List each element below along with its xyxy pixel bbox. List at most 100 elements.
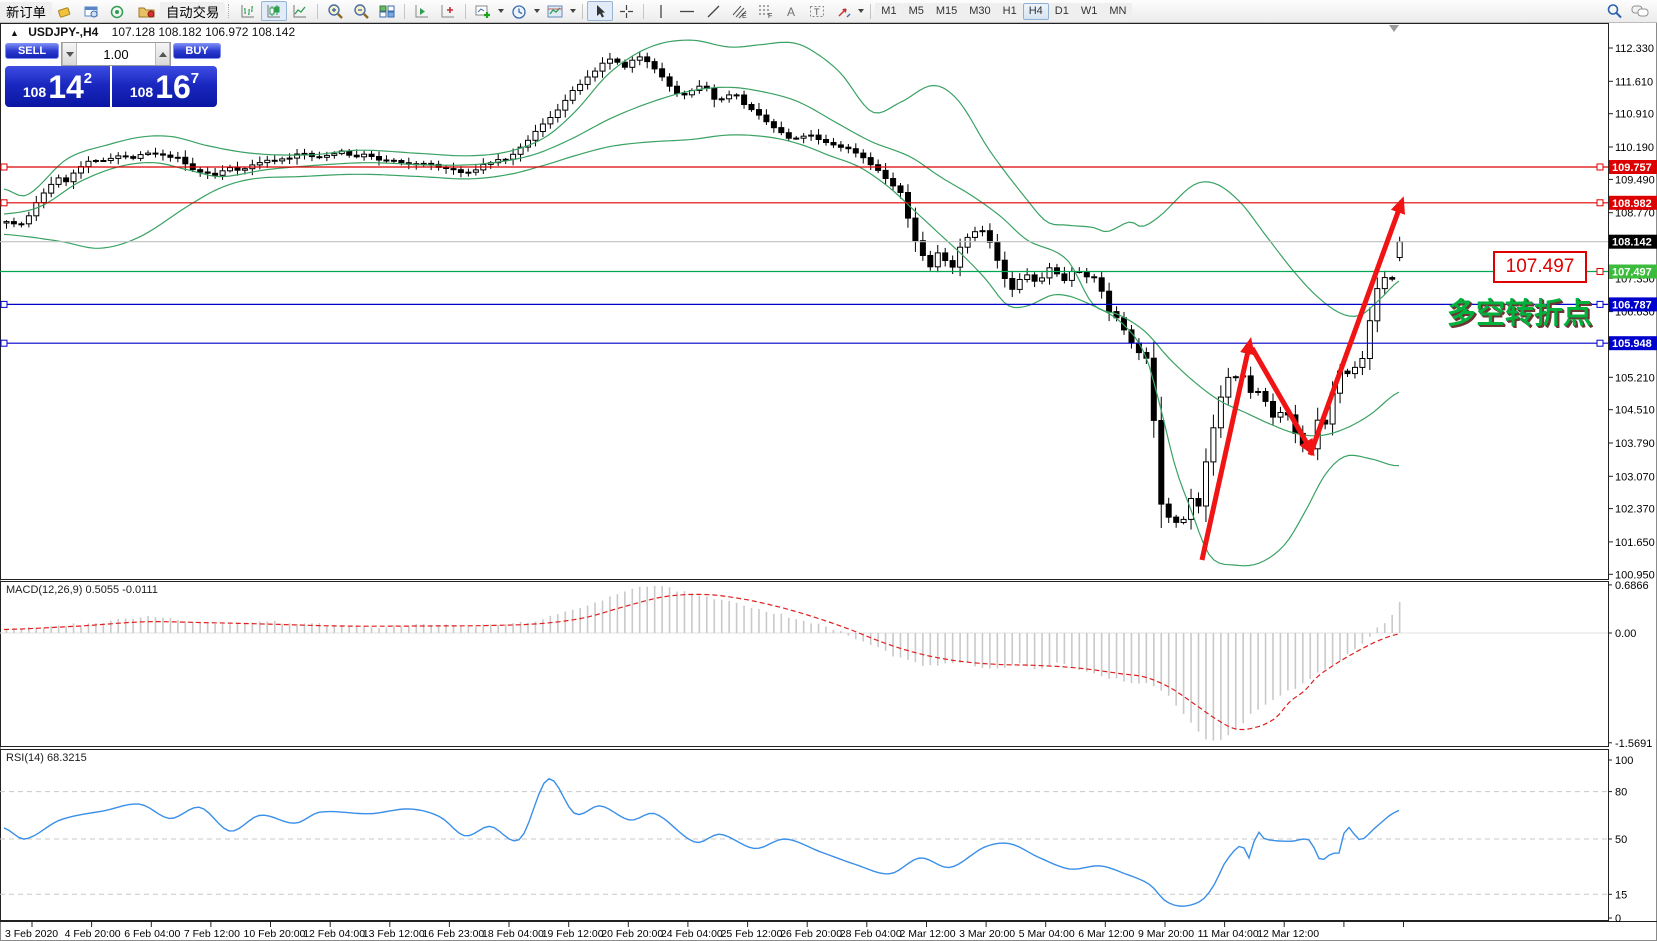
autotrading-button[interactable]: 自动交易: [159, 2, 226, 20]
timeframe-W1-button[interactable]: W1: [1074, 2, 1104, 20]
line-handle[interactable]: [1596, 199, 1604, 207]
price-tick-label: 101.650: [1615, 537, 1655, 549]
price-callout-box[interactable]: 107.497: [1493, 251, 1587, 283]
vertical-line-icon[interactable]: [648, 1, 674, 21]
toolbar-separator: [643, 3, 645, 19]
candlestick-chart-type-icon[interactable]: [261, 1, 288, 21]
line-handle[interactable]: [0, 199, 8, 207]
time-axis-label: 16 Feb 23:00: [422, 928, 484, 940]
rsi-tick-label: 0: [1615, 913, 1621, 925]
time-axis-label: 4 Feb 20:00: [65, 928, 121, 940]
toolbar-separator: [404, 3, 406, 19]
time-axis-label: 11 Mar 04:00: [1198, 928, 1259, 940]
equidistant-channel-icon[interactable]: E: [726, 1, 752, 21]
buy-button[interactable]: BUY: [173, 43, 221, 59]
line-handle[interactable]: [1596, 300, 1604, 308]
svg-text:A: A: [787, 5, 795, 19]
trend-arrow[interactable]: [1199, 337, 1255, 561]
chart-shift-icon[interactable]: [435, 1, 461, 21]
turning-point-annotation[interactable]: 多空转折点: [1447, 290, 1592, 332]
time-axis[interactable]: 3 Feb 2020 4 Feb 20:00 6 Feb 04:00 7 Feb 12…: [5, 922, 1404, 940]
line-handle[interactable]: [0, 339, 8, 347]
sell-price-quote[interactable]: 108 14 2: [5, 66, 110, 107]
line-handle[interactable]: [0, 163, 8, 171]
buy-big-figure: 108: [129, 84, 154, 100]
timeframe-H1-button[interactable]: H1: [996, 2, 1023, 20]
line-handle[interactable]: [1596, 163, 1604, 171]
svg-text:T: T: [814, 7, 820, 17]
cursor-icon[interactable]: [587, 1, 614, 21]
tile-windows-icon[interactable]: [374, 1, 400, 21]
rsi-pane: [0, 777, 1608, 907]
macd-tick-label: -1.5691: [1615, 738, 1652, 750]
arrows-icon[interactable]: [830, 1, 856, 21]
mt4-application: 新订单 自动交易 E F A T M1 M5 M15 M30 H1 H4 D1 …: [0, 0, 1657, 941]
time-axis-label: 7 Feb 12:00: [184, 928, 240, 940]
chart-canvas[interactable]: 112.330111.610110.910110.190109.490108.7…: [0, 0, 1657, 941]
price-line-label-text: 109.757: [1612, 162, 1652, 174]
symbols-icon[interactable]: [52, 1, 78, 21]
fibonacci-icon[interactable]: F: [752, 1, 778, 21]
indicators-icon[interactable]: [470, 1, 496, 21]
zoom-in-icon[interactable]: [322, 1, 348, 21]
bar-chart-type-icon[interactable]: [235, 1, 261, 21]
price-line-label-text: 108.142: [1612, 237, 1652, 249]
periods-caret-icon[interactable]: [534, 9, 541, 13]
search-icon[interactable]: [1601, 1, 1627, 21]
volume-decrease-button[interactable]: [62, 43, 77, 65]
text-icon[interactable]: A: [778, 1, 804, 21]
timeframe-H4-button[interactable]: H4: [1022, 2, 1049, 20]
periods-icon[interactable]: [506, 1, 532, 21]
time-axis-label: 5 Mar 04:00: [1019, 928, 1075, 940]
trendline-icon[interactable]: [700, 1, 726, 21]
chart-title: ▲ USDJPY-,H4 107.128 108.182 106.972 108…: [10, 25, 295, 39]
sound-icon[interactable]: [104, 1, 130, 21]
buy-price-quote[interactable]: 108 16 7: [112, 66, 217, 107]
spinner-up-icon: [158, 51, 167, 57]
zoom-out-icon[interactable]: [348, 1, 374, 21]
trend-arrow[interactable]: [1249, 346, 1315, 457]
line-chart-type-icon[interactable]: [287, 1, 313, 21]
horizontal-lines[interactable]: [0, 163, 1608, 347]
price-tick-label: 104.510: [1615, 405, 1655, 417]
price-tick-label: 110.910: [1615, 109, 1654, 121]
trend-arrow[interactable]: [1307, 196, 1405, 456]
arrows-caret-icon[interactable]: [858, 9, 865, 13]
timeframe-M30-button[interactable]: M30: [963, 2, 997, 20]
market-watch-icon[interactable]: [78, 1, 104, 21]
time-axis-label: 24 Feb 04:00: [661, 928, 723, 940]
time-axis-label: 13 Feb 12:00: [363, 928, 425, 940]
volume-input[interactable]: [77, 43, 155, 65]
toolbar-separator: [465, 3, 467, 19]
price-line-label-text: 106.787: [1612, 299, 1652, 311]
new-order-button[interactable]: 新订单: [0, 2, 52, 20]
crosshair-icon[interactable]: [613, 1, 639, 21]
timeframe-M5-button[interactable]: M5: [902, 2, 930, 20]
line-handle[interactable]: [0, 300, 8, 308]
timeframe-MN-button[interactable]: MN: [1103, 2, 1133, 20]
indicators-caret-icon[interactable]: [498, 9, 505, 13]
line-handle[interactable]: [1596, 268, 1604, 275]
toolbar-separator: [870, 3, 872, 19]
timeframe-M15-button[interactable]: M15: [929, 2, 964, 20]
sell-pips: 14: [48, 68, 84, 105]
templates-icon[interactable]: [542, 1, 568, 21]
line-handle[interactable]: [1596, 339, 1604, 347]
macd-tick-label: 0.00: [1615, 628, 1636, 640]
collapse-icon[interactable]: ▲: [10, 28, 19, 38]
price-axis[interactable]: 112.330111.610110.910110.190109.490108.7…: [1608, 43, 1657, 925]
text-label-icon[interactable]: T: [804, 1, 830, 21]
chat-icon[interactable]: [1627, 1, 1653, 21]
trend-arrows[interactable]: [1199, 196, 1405, 561]
templates-caret-icon[interactable]: [570, 9, 577, 13]
sell-big-figure: 108: [22, 84, 47, 100]
auto-scroll-icon[interactable]: [409, 1, 435, 21]
timeframe-D1-button[interactable]: D1: [1048, 2, 1075, 20]
macd-tick-label: 0.6866: [1615, 580, 1649, 592]
horizontal-line-icon[interactable]: [674, 1, 700, 21]
sell-button[interactable]: SELL: [5, 43, 59, 59]
volume-increase-button[interactable]: [155, 43, 170, 65]
chart-shift-marker-icon[interactable]: [1389, 25, 1399, 32]
timeframe-M1-button[interactable]: M1: [875, 2, 903, 20]
time-axis-label: 6 Feb 04:00: [124, 928, 180, 940]
